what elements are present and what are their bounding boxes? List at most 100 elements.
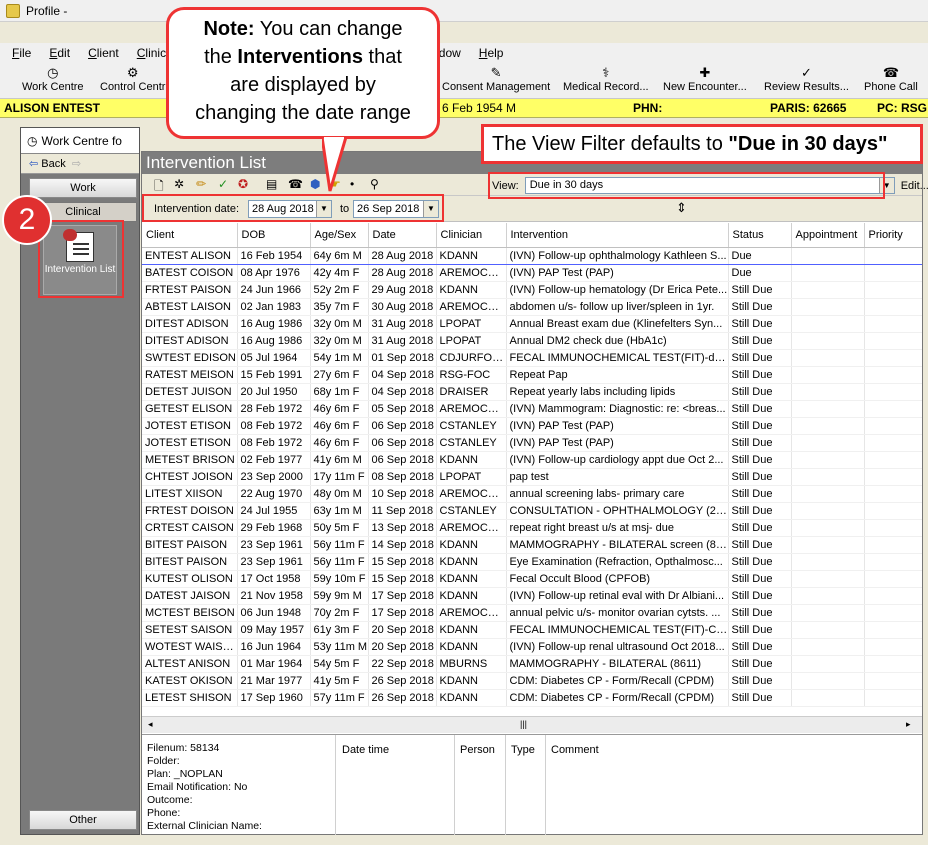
cell-clinician: RSG-FOC	[436, 366, 507, 384]
main-toolbar: ◷ Work Centre ⚙ Control Centr ✎ Consent Man…	[0, 63, 928, 99]
log-header-person[interactable]: Person	[460, 744, 495, 756]
scroll-left-icon[interactable]: ◂	[148, 719, 153, 730]
table-row[interactable]: JOTEST ETISON 08 Feb 1972 46y 6m F 06 Sep 2…	[142, 434, 922, 452]
cell-dob: 08 Apr 1976	[237, 264, 311, 282]
table-row[interactable]: JOTEST ETISON 08 Feb 1972 46y 6m F 06 Sep 2…	[142, 417, 922, 435]
menu-help[interactable]: Help	[467, 46, 510, 60]
magic-wand-icon[interactable]: ✲	[174, 177, 184, 191]
cell-clinician: KDANN	[436, 672, 507, 690]
menu-client[interactable]: Client	[76, 46, 125, 60]
table-row[interactable]: ENTEST ALISON 16 Feb 1954 64y 6m M 28 Aug 2…	[142, 246, 922, 265]
share-icon[interactable]: ⬢	[310, 177, 320, 191]
column-header-appointment[interactable]: Appointment	[791, 223, 865, 248]
scroll-thumb-grip[interactable]: |||	[520, 719, 527, 729]
phone-call-button[interactable]: ☎ Phone Call	[864, 65, 918, 93]
table-row[interactable]: KUTEST OLISON 17 Oct 1958 59y 10m F 15 Sep …	[142, 570, 922, 588]
table-row[interactable]: KATEST OKISON 21 Mar 1977 41y 5m F 26 Sep 2…	[142, 672, 922, 690]
column-header-intervention[interactable]: Intervention	[506, 223, 729, 248]
work-centre-button[interactable]: ◷ Work Centre	[22, 65, 84, 93]
column-header-dob[interactable]: DOB	[237, 223, 311, 248]
pencil-icon[interactable]: ✏	[196, 177, 206, 191]
log-header-datetime[interactable]: Date time	[342, 744, 389, 756]
column-header-date[interactable]: Date	[368, 223, 437, 248]
control-centre-button[interactable]: ⚙ Control Centr	[100, 65, 165, 93]
table-row[interactable]: BITEST PAISON 23 Sep 1961 56y 11m F 14 Sep …	[142, 536, 922, 554]
medical-record-button[interactable]: ⚕ Medical Record...	[563, 65, 649, 93]
table-row[interactable]: MCTEST BEISON 06 Jun 1948 70y 2m F 17 Sep 2…	[142, 604, 922, 622]
phone-icon[interactable]: ☎	[288, 177, 303, 191]
review-results-button[interactable]: ✓ Review Results...	[764, 65, 849, 93]
table-row[interactable]: GETEST ELISON 28 Feb 1972 46y 6m F 05 Sep 2…	[142, 400, 922, 418]
cell-intervention: (IVN) Mammogram: Diagnostic: re: <breas.…	[506, 400, 729, 418]
table-row[interactable]: LITEST XIISON 22 Aug 1970 48y 0m M 10 Sep 2…	[142, 485, 922, 503]
cell-status: Still Due	[728, 468, 792, 486]
cell-intervention: Fecal Occult Blood (CPFOB)	[506, 570, 729, 588]
log-header-type[interactable]: Type	[511, 744, 535, 756]
cell-date: 20 Sep 2018	[368, 621, 437, 639]
column-header-clinician[interactable]: Clinician	[436, 223, 507, 248]
table-row[interactable]: SETEST SAISON 09 May 1957 61y 3m F 20 Sep 2…	[142, 621, 922, 639]
table-row[interactable]: ABTEST LAISON 02 Jan 1983 35y 7m F 30 Aug 2…	[142, 298, 922, 316]
edit-record-icon[interactable]: ▤	[266, 177, 277, 191]
table-row[interactable]: ALTEST ANISON 01 Mar 1964 54y 5m F 22 Sep 2…	[142, 655, 922, 673]
refresh-icon[interactable]: ⇕	[676, 200, 687, 216]
other-tab-button[interactable]: Other	[29, 810, 137, 830]
log-header-comment[interactable]: Comment	[551, 744, 599, 756]
cell-priority	[864, 655, 922, 673]
cell-client: BITEST PAISON	[142, 536, 238, 554]
cell-dob: 16 Jun 1964	[237, 638, 311, 656]
cell-age-sex: 50y 5m F	[310, 519, 369, 537]
cell-clinician: KDANN	[436, 246, 507, 265]
table-row[interactable]: BITEST PAISON 23 Sep 1961 56y 11m F 15 Sep …	[142, 553, 922, 571]
cell-age-sex: 32y 0m M	[310, 332, 369, 350]
scroll-right-icon[interactable]: ▸	[906, 719, 911, 730]
table-row[interactable]: LETEST SHISON 17 Sep 1960 57y 11m F 26 Sep …	[142, 689, 922, 707]
cell-date: 14 Sep 2018	[368, 536, 437, 554]
cell-client: RATEST MEISON	[142, 366, 238, 384]
cell-date: 10 Sep 2018	[368, 485, 437, 503]
new-encounter-button[interactable]: ✚ New Encounter...	[663, 65, 747, 93]
table-row[interactable]: FRTEST PAISON 24 Jun 1966 52y 2m F 29 Aug 2…	[142, 281, 922, 299]
table-row[interactable]: METEST BRISON 02 Feb 1977 41y 6m M 06 Sep 2…	[142, 451, 922, 469]
column-header-priority[interactable]: Priority	[864, 223, 922, 248]
table-row[interactable]: SWTEST EDISON 05 Jul 1964 54y 1m M 01 Sep 2…	[142, 349, 922, 367]
work-tab-button[interactable]: Work	[29, 178, 137, 198]
table-row[interactable]: FRTEST DOISON 24 Jul 1955 63y 1m M 11 Sep 2…	[142, 502, 922, 520]
horizontal-scrollbar[interactable]: ◂ ||| ▸	[142, 716, 922, 733]
consent-management-button[interactable]: ✎ Consent Management	[442, 65, 550, 93]
table-row[interactable]: RATEST MEISON 15 Feb 1991 27y 6m F 04 Sep 2…	[142, 366, 922, 384]
cell-intervention: repeat right breast u/s at msj- due	[506, 519, 729, 537]
menu-file[interactable]: File	[0, 46, 37, 60]
search-icon[interactable]: ⚲	[370, 177, 379, 191]
cell-appointment	[791, 366, 865, 384]
menu-edit[interactable]: Edit	[37, 46, 76, 60]
forward-arrow-icon[interactable]: ⇨	[72, 157, 81, 170]
cell-age-sex: 27y 6m F	[310, 366, 369, 384]
cell-client: KATEST OKISON	[142, 672, 238, 690]
cell-clinician: KDANN	[436, 689, 507, 707]
delete-icon[interactable]: ✪	[238, 177, 248, 191]
cell-age-sex: 56y 11m F	[310, 553, 369, 571]
table-row[interactable]: DATEST JAISON 21 Nov 1958 59y 9m M 17 Sep 2…	[142, 587, 922, 605]
cell-intervention: CONSULTATION - OPHTHALMOLOGY (2010)	[506, 502, 729, 520]
table-row[interactable]: DITEST ADISON 16 Aug 1986 32y 0m M 31 Aug 2…	[142, 332, 922, 350]
column-header-client[interactable]: Client	[142, 223, 238, 248]
cell-appointment	[791, 553, 865, 571]
cell-age-sex: 64y 6m M	[310, 246, 369, 265]
back-button[interactable]: ⇦ Back ⇨	[21, 154, 139, 174]
table-row[interactable]: CHTEST JOISON 23 Sep 2000 17y 11m F 08 Sep …	[142, 468, 922, 486]
cell-appointment	[791, 689, 865, 707]
cell-clinician: LPOPAT	[436, 315, 507, 333]
column-header-age-sex[interactable]: Age/Sex	[310, 223, 369, 248]
table-row[interactable]: DETEST JUISON 20 Jul 1950 68y 1m F 04 Sep 2…	[142, 383, 922, 401]
column-header-status[interactable]: Status	[728, 223, 792, 248]
cell-client: DATEST JAISON	[142, 587, 238, 605]
check-icon[interactable]: ✓	[218, 177, 228, 191]
table-row[interactable]: CRTEST CAISON 29 Feb 1968 50y 5m F 13 Sep 2…	[142, 519, 922, 537]
cell-appointment	[791, 383, 865, 401]
table-row[interactable]: DITEST ADISON 16 Aug 1986 32y 0m M 31 Aug 2…	[142, 315, 922, 333]
edit-filter-button[interactable]: Edit...	[901, 180, 928, 192]
table-row[interactable]: WOTEST WAISON 16 Jun 1964 53y 11m M 20 Sep …	[142, 638, 922, 656]
table-row[interactable]: BATEST COISON 08 Apr 1976 42y 4m F 28 Aug 2…	[142, 264, 922, 282]
cell-intervention: Annual Breast exam due (Klinefelters Syn…	[506, 315, 729, 333]
